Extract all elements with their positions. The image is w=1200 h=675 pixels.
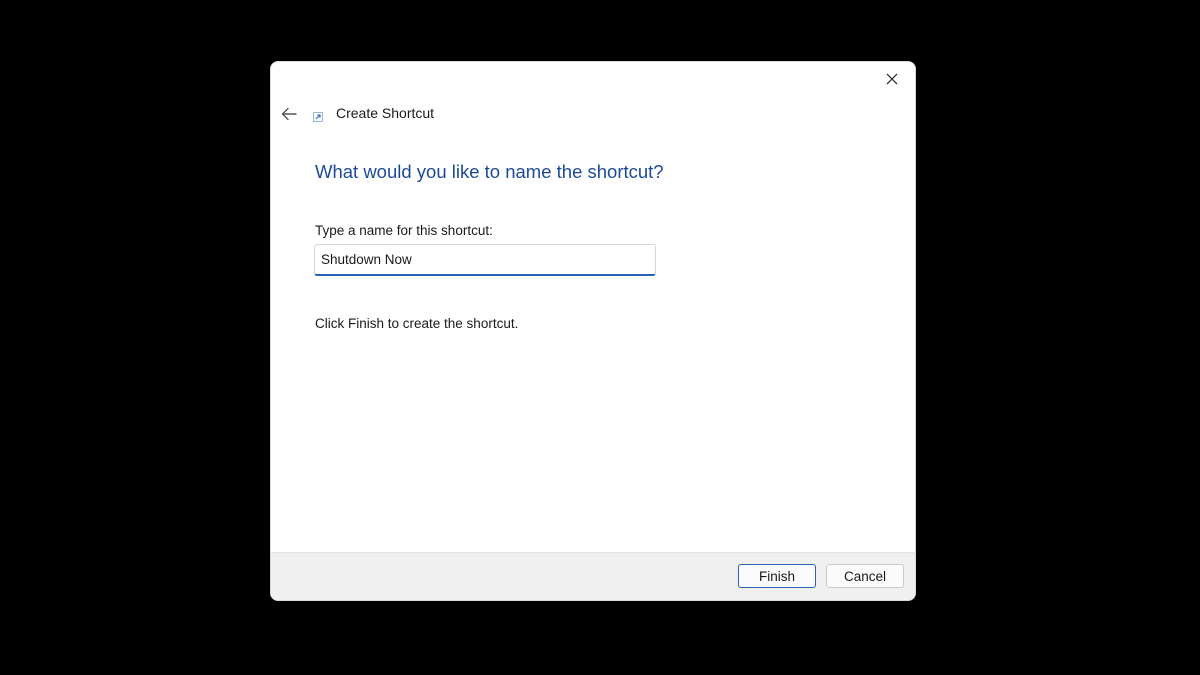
page-heading: What would you like to name the shortcut… xyxy=(315,161,664,182)
shortcut-icon xyxy=(313,112,323,122)
back-button[interactable] xyxy=(277,102,301,126)
back-arrow-icon xyxy=(281,107,297,121)
finish-button[interactable]: Finish xyxy=(738,564,816,588)
shortcut-name-input[interactable] xyxy=(314,244,656,276)
finish-instruction: Click Finish to create the shortcut. xyxy=(315,316,519,331)
button-bar: Finish Cancel xyxy=(271,552,915,600)
cancel-button[interactable]: Cancel xyxy=(826,564,904,588)
wizard-title: Create Shortcut xyxy=(336,105,435,121)
close-icon xyxy=(886,73,898,85)
create-shortcut-dialog: Create Shortcut What would you like to n… xyxy=(270,61,916,601)
shortcut-name-label: Type a name for this shortcut: xyxy=(315,223,493,238)
close-button[interactable] xyxy=(877,66,907,92)
